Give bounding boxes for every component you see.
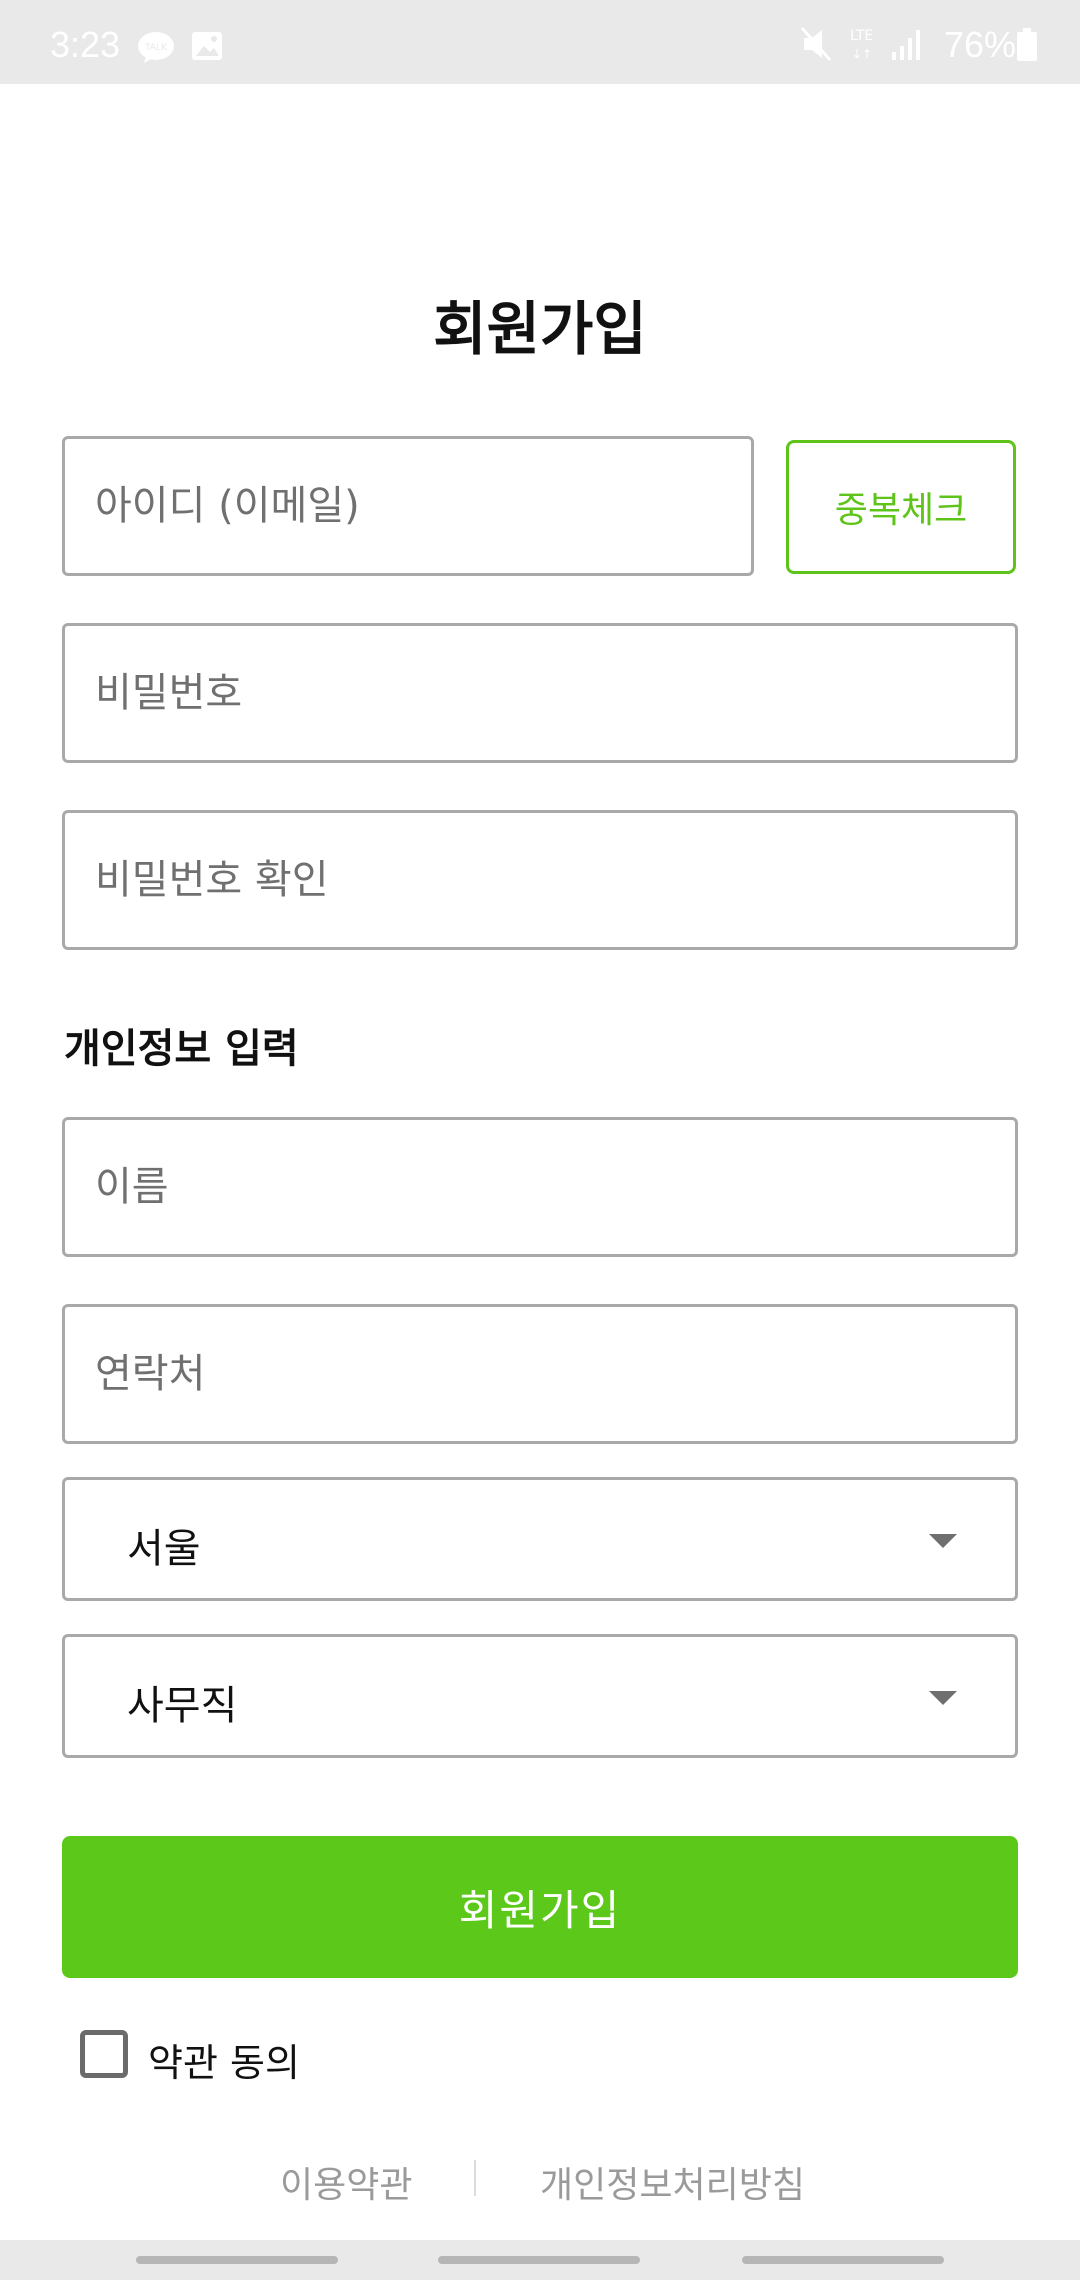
svg-text:LTE: LTE — [850, 28, 873, 44]
svg-text:TALK: TALK — [144, 43, 168, 53]
duplicate-check-button[interactable]: 중복체크 — [786, 440, 1016, 574]
privacy-policy-link[interactable]: 개인정보처리방침 — [540, 2156, 805, 2208]
footer-divider — [474, 2160, 476, 2196]
region-select-value: 서울 — [127, 1526, 201, 1572]
signal-icon — [892, 30, 920, 60]
name-input[interactable] — [65, 1120, 1015, 1254]
image-icon — [192, 32, 222, 60]
signup-submit-button[interactable]: 회원가입 — [62, 1836, 1018, 1978]
nav-home-button[interactable] — [438, 2256, 640, 2264]
password-input[interactable] — [65, 626, 1015, 760]
job-select[interactable]: 사무직 — [62, 1634, 1018, 1758]
terms-agree-label: 약관 동의 — [148, 2041, 300, 2085]
email-input[interactable] — [65, 439, 751, 573]
battery-icon — [1017, 28, 1037, 61]
nav-back-button[interactable] — [742, 2256, 944, 2264]
mute-icon — [800, 27, 832, 61]
notification-icons: TALK — [138, 32, 222, 63]
chevron-down-icon — [929, 1534, 957, 1548]
id-field[interactable] — [62, 436, 754, 576]
status-right-icons: LTE ↓↑ — [800, 27, 920, 61]
phone-input[interactable] — [65, 1307, 1015, 1441]
password-confirm-input[interactable] — [65, 813, 1015, 947]
name-field[interactable] — [62, 1117, 1018, 1257]
nav-recent-button[interactable] — [136, 2256, 338, 2264]
svg-text:↓↑: ↓↑ — [852, 47, 872, 61]
talk-icon: TALK — [138, 32, 174, 63]
terms-link[interactable]: 이용약관 — [280, 2156, 412, 2208]
password-confirm-field[interactable] — [62, 810, 1018, 950]
page-title: 회원가입 — [433, 295, 647, 363]
lte-icon: LTE ↓↑ — [850, 28, 873, 61]
chevron-down-icon — [929, 1691, 957, 1705]
status-bar: 3:23 TALK LTE ↓↑ 76% — [0, 0, 1080, 84]
battery-percent: 76% — [943, 24, 1016, 65]
personal-info-heading: 개인정보 입력 — [64, 1026, 299, 1072]
status-time: 3:23 — [50, 24, 121, 65]
system-nav-bar — [0, 2240, 1080, 2280]
terms-agree-checkbox[interactable] — [80, 2030, 128, 2078]
job-select-value: 사무직 — [127, 1683, 238, 1729]
region-select[interactable]: 서울 — [62, 1477, 1018, 1601]
phone-field[interactable] — [62, 1304, 1018, 1444]
password-field[interactable] — [62, 623, 1018, 763]
signup-screen: 3:23 TALK LTE ↓↑ 76% 회원가입 아이디 (이메일) 중복체크… — [0, 0, 1080, 2280]
